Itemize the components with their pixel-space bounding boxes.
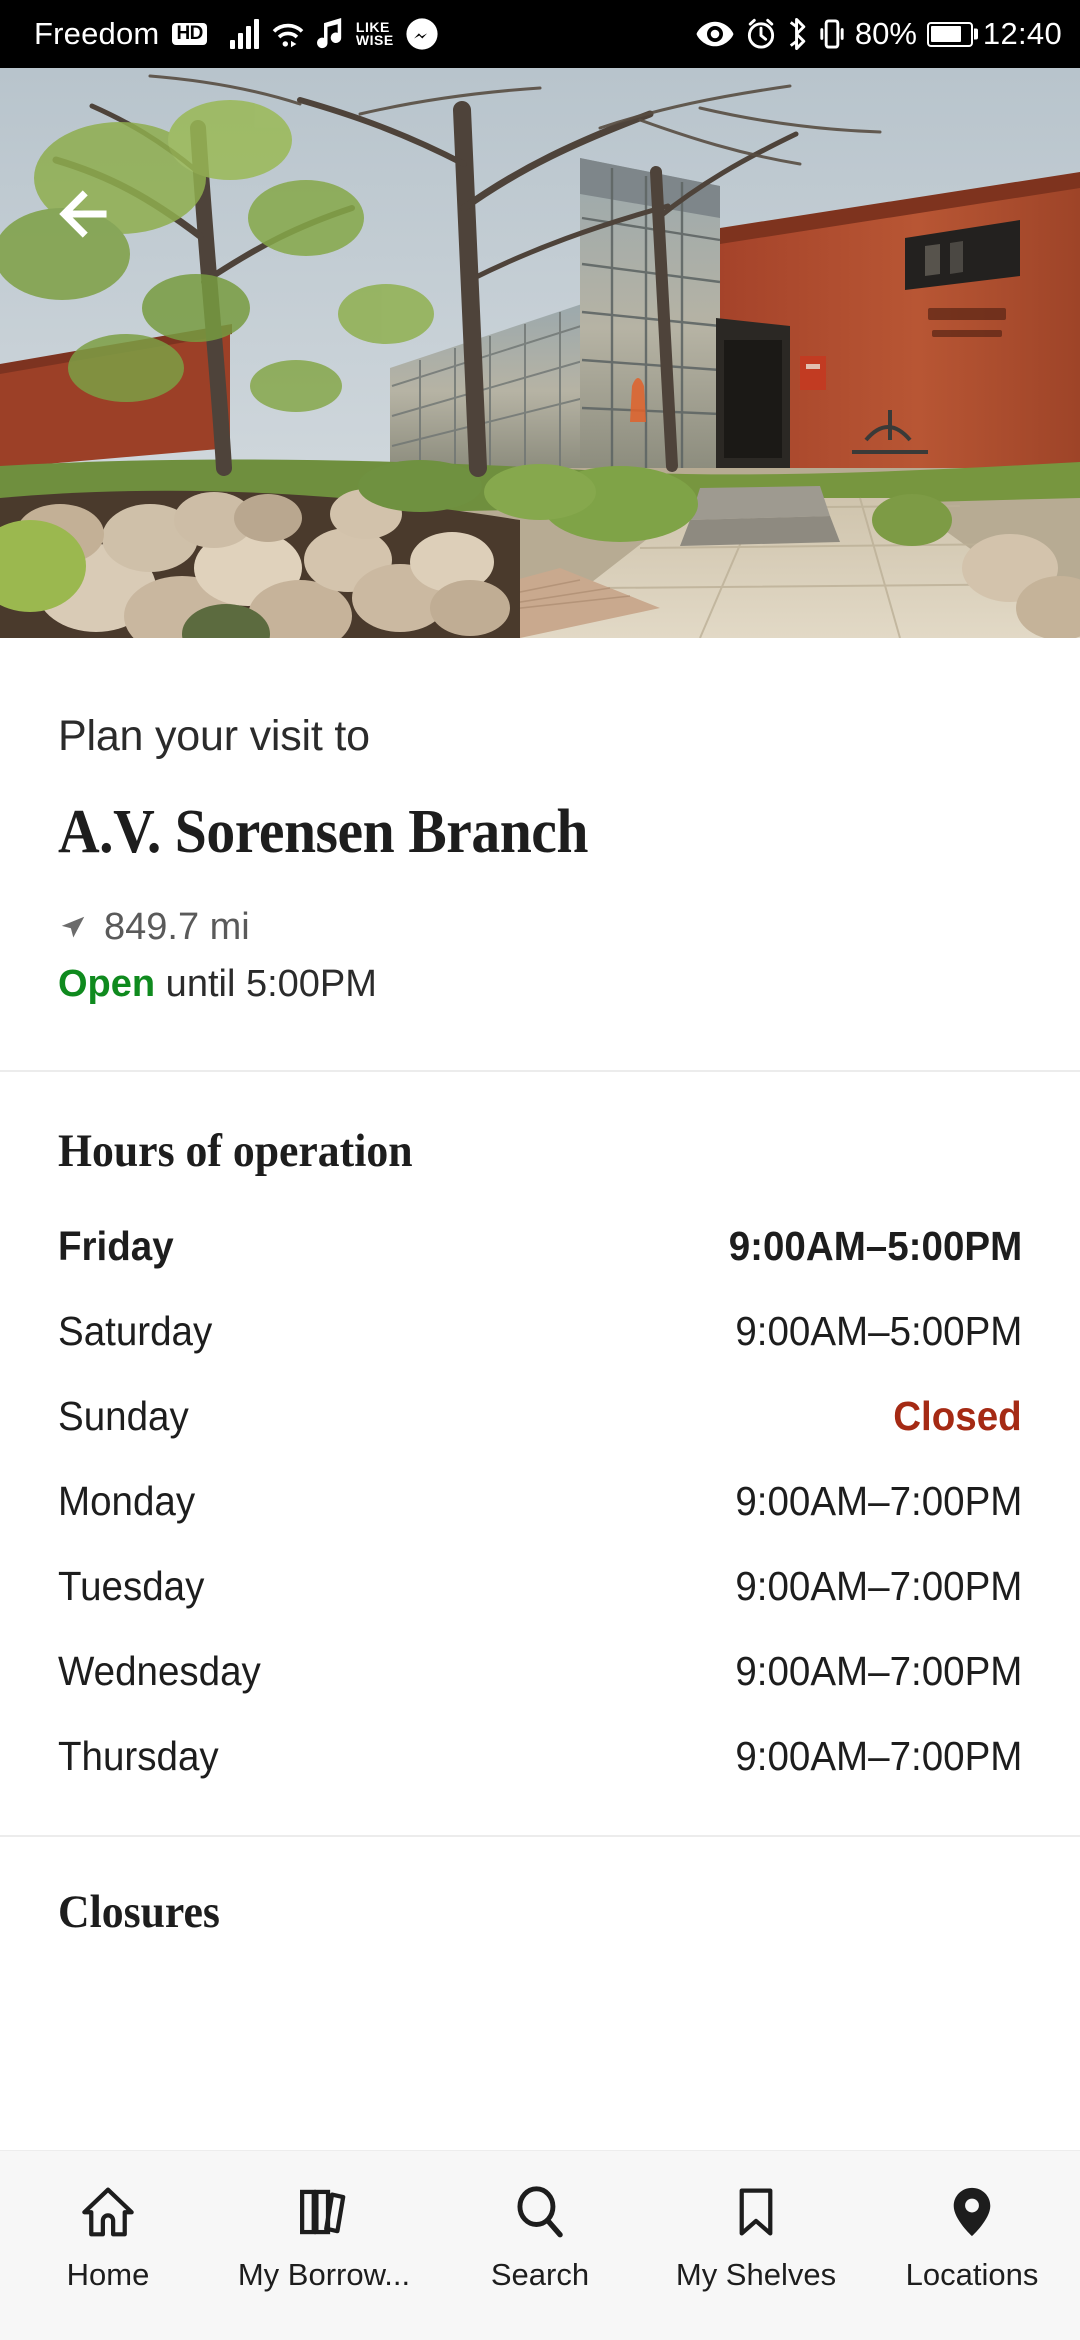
hours-row: Friday 9:00AM–5:00PM bbox=[58, 1204, 1022, 1289]
status-bar-left: Freedom HD LIKE WISE bbox=[34, 16, 439, 52]
status-bar: Freedom HD LIKE WISE 80% 12:40 bbox=[0, 0, 1080, 68]
map-pin-icon bbox=[943, 2181, 1001, 2243]
signal-bars-icon bbox=[229, 19, 259, 49]
nav-label-locations: Locations bbox=[905, 2257, 1039, 2292]
nav-label-search: Search bbox=[490, 2257, 590, 2292]
nav-label-my-shelves: My Shelves bbox=[675, 2257, 837, 2292]
hours-value-label: 9:00AM–7:00PM bbox=[734, 1563, 1022, 1609]
nav-label-my-borrowing: My Borrow... bbox=[237, 2257, 411, 2292]
hours-day-label: Thursday bbox=[58, 1733, 219, 1779]
open-until-label: until 5:00PM bbox=[155, 963, 377, 1005]
plan-visit-eyebrow: Plan your visit to bbox=[58, 712, 370, 760]
distance-label: 849.7 mi bbox=[104, 906, 250, 948]
hours-heading: Hours of operation bbox=[58, 1125, 413, 1177]
hours-day-label: Monday bbox=[58, 1478, 196, 1524]
bookmark-icon bbox=[727, 2181, 785, 2243]
wifi-icon bbox=[270, 19, 306, 49]
search-icon bbox=[511, 2181, 569, 2243]
messenger-icon bbox=[405, 17, 439, 51]
nav-item-my-borrowing[interactable]: My Borrow... bbox=[216, 2181, 432, 2293]
bottom-navigation-bar[interactable]: Home My Borrow... Search My Shelves Loca… bbox=[0, 2150, 1080, 2340]
music-note-icon bbox=[316, 18, 345, 50]
hours-value-label: 9:00AM–5:00PM bbox=[728, 1223, 1022, 1269]
likewise-icon: LIKE WISE bbox=[355, 18, 394, 48]
hours-closed-badge: Closed bbox=[893, 1393, 1022, 1439]
carrier-label: Freedom bbox=[34, 16, 160, 51]
home-icon bbox=[79, 2181, 137, 2243]
hours-row: Monday 9:00AM–7:00PM bbox=[58, 1459, 1022, 1544]
library-exterior-illustration bbox=[0, 68, 1080, 638]
back-button[interactable] bbox=[52, 176, 128, 252]
hours-day-label: Friday bbox=[58, 1223, 174, 1269]
phone-screen: Freedom HD LIKE WISE 80% 12:40 Plan your… bbox=[0, 0, 1080, 2340]
nav-item-home[interactable]: Home bbox=[0, 2181, 216, 2293]
hd-badge: HD bbox=[172, 23, 207, 45]
hours-row: Thursday 9:00AM–7:00PM bbox=[58, 1714, 1022, 1799]
hours-day-label: Saturday bbox=[58, 1308, 213, 1354]
hours-row: Tuesday 9:00AM–7:00PM bbox=[58, 1544, 1022, 1629]
vibrate-icon bbox=[819, 18, 845, 50]
distance-row: 849.7 mi bbox=[58, 906, 1022, 949]
nav-item-search[interactable]: Search bbox=[432, 2181, 648, 2293]
hours-row: Saturday 9:00AM–5:00PM bbox=[58, 1289, 1022, 1374]
hours-value-label: 9:00AM–5:00PM bbox=[734, 1308, 1022, 1354]
page-title: A.V. Sorensen Branch bbox=[58, 798, 589, 866]
back-arrow-icon bbox=[59, 190, 107, 238]
status-bar-right: 80% 12:40 bbox=[695, 16, 1062, 52]
open-status-badge: Open bbox=[58, 963, 156, 1005]
nav-item-my-shelves[interactable]: My Shelves bbox=[648, 2181, 864, 2293]
branch-hero-image bbox=[0, 68, 1080, 638]
hours-value-label: 9:00AM–7:00PM bbox=[734, 1733, 1022, 1779]
eye-icon bbox=[695, 20, 735, 48]
battery-icon bbox=[926, 21, 973, 47]
nav-item-locations[interactable]: Locations bbox=[864, 2181, 1080, 2293]
books-icon bbox=[295, 2181, 353, 2243]
hours-value-label: 9:00AM–7:00PM bbox=[734, 1478, 1022, 1524]
navigation-arrow-icon bbox=[61, 916, 85, 937]
open-status-row: Open until 5:00PM bbox=[58, 963, 1022, 1006]
hours-day-label: Wednesday bbox=[58, 1648, 261, 1694]
branch-detail-content[interactable]: Plan your visit to A.V. Sorensen Branch … bbox=[0, 638, 1080, 2340]
clock-label: 12:40 bbox=[982, 16, 1062, 51]
hours-table: Friday 9:00AM–5:00PM Saturday 9:00AM–5:00PM… bbox=[58, 1204, 1022, 1799]
closures-heading: Closures bbox=[58, 1886, 220, 1938]
hours-day-label: Sunday bbox=[58, 1393, 189, 1439]
nav-label-home: Home bbox=[66, 2257, 150, 2292]
bluetooth-icon bbox=[787, 18, 809, 50]
battery-percent-label: 80% bbox=[854, 16, 917, 51]
alarm-clock-icon bbox=[745, 18, 777, 50]
hours-value-label: 9:00AM–7:00PM bbox=[734, 1648, 1022, 1694]
hours-row: Wednesday 9:00AM–7:00PM bbox=[58, 1629, 1022, 1714]
hours-day-label: Tuesday bbox=[58, 1563, 205, 1609]
hours-row: Sunday Closed bbox=[58, 1374, 1022, 1459]
